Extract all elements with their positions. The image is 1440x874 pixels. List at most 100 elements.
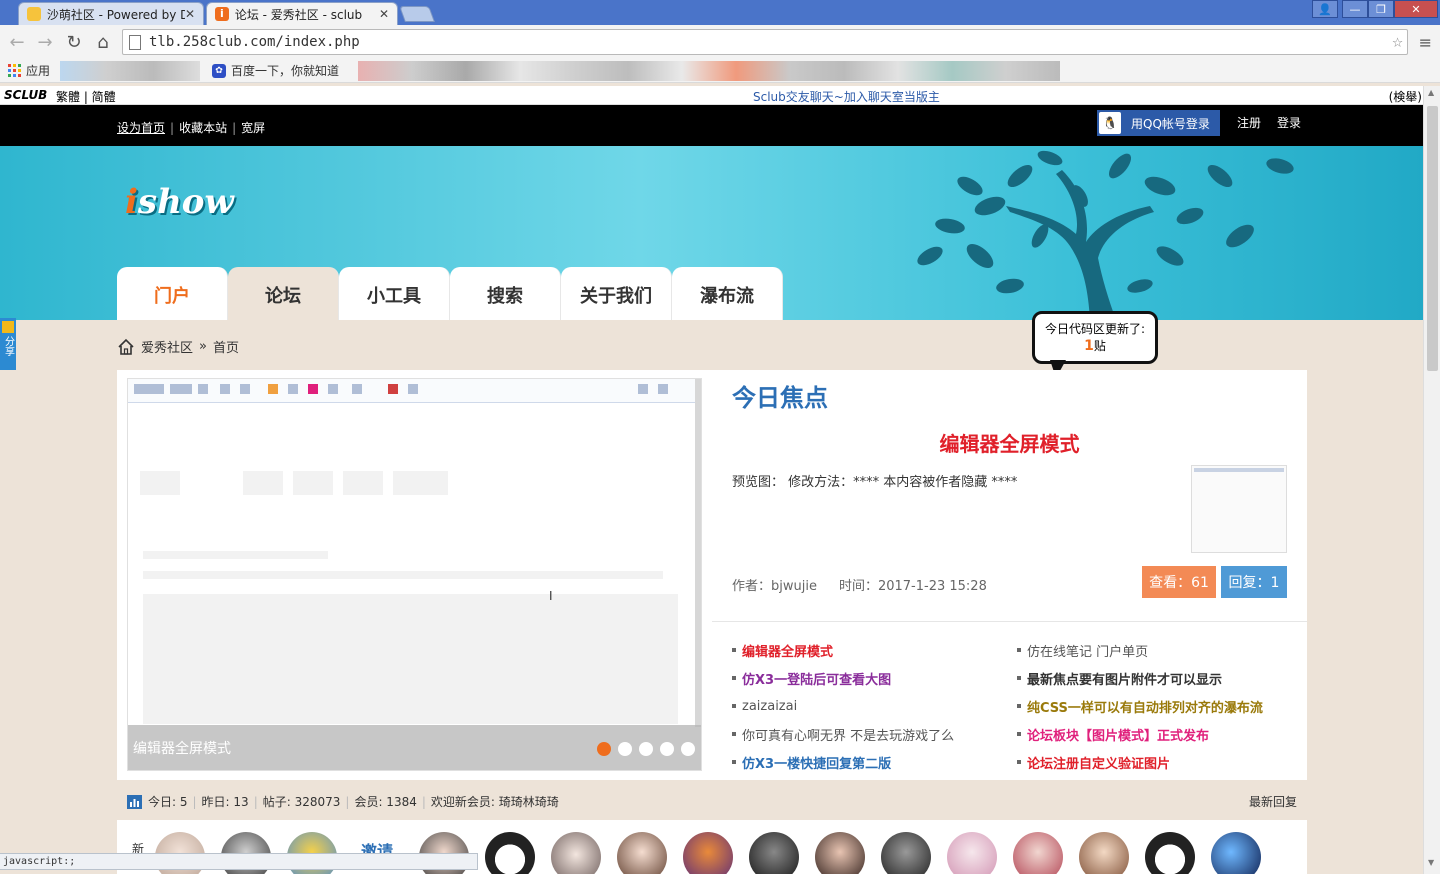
menu-icon[interactable]: ≡ bbox=[1419, 33, 1432, 52]
avatar[interactable] bbox=[617, 832, 667, 874]
focus-thumbnail[interactable] bbox=[1191, 465, 1287, 553]
replies-button[interactable]: 回复：1 bbox=[1221, 566, 1287, 598]
restore-button[interactable]: ❐ bbox=[1368, 0, 1394, 18]
baidu-bookmark[interactable]: ✿ 百度一下，你就知道 bbox=[212, 62, 339, 79]
list-item-link[interactable]: 编辑器全屏模式 bbox=[742, 641, 833, 660]
avatar[interactable] bbox=[551, 832, 601, 874]
list-item-link[interactable]: 纯CSS一样可以有自动排列对齐的瀑布流 bbox=[1027, 697, 1263, 716]
avatar[interactable] bbox=[683, 832, 733, 874]
list-item-link[interactable]: zaizaizai bbox=[742, 699, 797, 714]
close-window-button[interactable]: ✕ bbox=[1394, 0, 1438, 18]
breadcrumb: 爱秀社区 » 首页 bbox=[117, 337, 239, 356]
avatar[interactable] bbox=[485, 832, 535, 874]
scrollbar-thumb[interactable] bbox=[1427, 106, 1438, 371]
tab-about[interactable]: 关于我们 bbox=[561, 267, 672, 320]
avatar[interactable] bbox=[1013, 832, 1063, 874]
chat-promo-link[interactable]: Sclub交友聊天~加入聊天室当版主 bbox=[753, 88, 940, 105]
avatar[interactable] bbox=[947, 832, 997, 874]
scroll-up-arrow-icon[interactable]: ▲ bbox=[1428, 88, 1434, 97]
focus-headline-link[interactable]: 编辑器全屏模式 bbox=[732, 428, 1287, 457]
bubble-text: 今日代码区更新了: bbox=[1044, 322, 1146, 336]
browser-titlebar: 沙萌社区 - Powered by D ✕ i 论坛 - 爱秀社区 - sclu… bbox=[0, 0, 1440, 25]
list-item[interactable]: 编辑器全屏模式 bbox=[732, 636, 954, 664]
blurred-bookmark[interactable] bbox=[60, 61, 200, 81]
avatar[interactable] bbox=[1145, 832, 1195, 874]
home-icon[interactable]: ⌂ bbox=[92, 31, 114, 53]
login-link[interactable]: 登录 bbox=[1277, 114, 1301, 131]
list-item-link[interactable]: 最新焦点要有图片附件才可以显示 bbox=[1027, 669, 1222, 688]
list-item-link[interactable]: 论坛注册自定义验证图片 bbox=[1027, 753, 1170, 772]
bookmark-star-icon[interactable]: ☆ bbox=[1392, 31, 1403, 52]
avatar[interactable] bbox=[815, 832, 865, 874]
tab-tools[interactable]: 小工具 bbox=[339, 267, 450, 320]
user-profile-button[interactable]: 👤 bbox=[1312, 0, 1338, 18]
minimize-button[interactable]: — bbox=[1342, 0, 1368, 18]
language-links[interactable]: 繁體 | 简體 bbox=[56, 88, 116, 105]
address-bar[interactable]: tlb.258club.com/index.php ☆ bbox=[122, 29, 1408, 55]
list-item-link[interactable]: 仿X3一楼快捷回复第二版 bbox=[742, 753, 891, 772]
scroll-down-arrow-icon[interactable]: ▼ bbox=[1428, 858, 1434, 867]
list-item[interactable]: 论坛板块【图片模式】正式发布 bbox=[1017, 720, 1263, 748]
avatar[interactable] bbox=[749, 832, 799, 874]
list-item[interactable]: 仿X3一楼快捷回复第二版 bbox=[732, 748, 954, 776]
tab-waterfall[interactable]: 瀑布流 bbox=[672, 267, 783, 320]
slider-dot-5[interactable] bbox=[681, 742, 695, 756]
list-item-link[interactable]: 论坛板块【图片模式】正式发布 bbox=[1027, 725, 1209, 744]
avatar[interactable] bbox=[881, 832, 931, 874]
ishow-logo[interactable]: ishow bbox=[125, 182, 234, 222]
list-item-link[interactable]: 你可真有心啊无界 不是去玩游戏了么 bbox=[742, 725, 954, 744]
close-tab-icon[interactable]: ✕ bbox=[185, 7, 195, 21]
list-item-link[interactable]: 仿在线笔记 门户单页 bbox=[1027, 641, 1148, 660]
home-icon[interactable] bbox=[117, 338, 135, 356]
list-item[interactable]: 你可真有心啊无界 不是去玩游戏了么 bbox=[732, 720, 954, 748]
qq-login-label: 用QQ帐号登录 bbox=[1131, 116, 1210, 131]
sclub-logo[interactable]: SCLUB bbox=[4, 88, 47, 102]
breadcrumb-current[interactable]: 首页 bbox=[213, 337, 239, 356]
list-item[interactable]: 最新焦点要有图片附件才可以显示 bbox=[1017, 664, 1263, 692]
avatar[interactable] bbox=[1211, 832, 1261, 874]
slider-dot-2[interactable] bbox=[618, 742, 632, 756]
blurred-bookmarks[interactable] bbox=[358, 61, 1060, 81]
breadcrumb-site[interactable]: 爱秀社区 bbox=[141, 337, 193, 356]
forward-arrow-icon[interactable]: → bbox=[34, 31, 56, 53]
focus-section-title: 今日焦点 bbox=[732, 384, 828, 412]
apps-shortcut[interactable]: 应用 bbox=[8, 62, 50, 79]
list-item[interactable]: zaizaizai bbox=[732, 692, 954, 720]
back-arrow-icon[interactable]: ← bbox=[6, 31, 28, 53]
list-item[interactable]: 仿X3一登陆后可查看大图 bbox=[732, 664, 954, 692]
register-link[interactable]: 注册 bbox=[1237, 114, 1261, 131]
tab-search[interactable]: 搜索 bbox=[450, 267, 561, 320]
reload-icon[interactable]: ↻ bbox=[63, 31, 85, 53]
latest-replies-link[interactable]: 最新回复 bbox=[1249, 793, 1297, 810]
tab-forum[interactable]: 论坛 bbox=[228, 267, 339, 320]
slide-caption-text: 编辑器全屏模式 bbox=[133, 740, 231, 757]
set-home-link[interactable]: 设为首页 bbox=[117, 121, 165, 135]
stats-members: 会员: 1384 bbox=[354, 795, 417, 809]
slider-dot-3[interactable] bbox=[639, 742, 653, 756]
newest-member-link[interactable]: 琦琦林琦琦 bbox=[499, 793, 559, 810]
slider-dot-1[interactable] bbox=[597, 742, 611, 756]
focus-meta: 作者：bjwujie 时间：2017-1-23 15:28 bbox=[732, 575, 987, 594]
wide-screen-link[interactable]: 宽屏 bbox=[241, 121, 265, 135]
qq-login-button[interactable]: 🐧 用QQ帐号登录 bbox=[1097, 110, 1220, 136]
close-tab-icon[interactable]: ✕ bbox=[379, 7, 389, 21]
views-button[interactable]: 查看：61 bbox=[1142, 566, 1216, 598]
bookmark-site-link[interactable]: 收藏本站 bbox=[179, 121, 227, 135]
share-side-button[interactable]: 分享 bbox=[0, 318, 16, 370]
browser-tab-1[interactable]: 沙萌社区 - Powered by D ✕ bbox=[18, 2, 204, 25]
code-update-bubble[interactable]: 今日代码区更新了: 1贴 bbox=[1032, 311, 1158, 364]
ghost-block bbox=[140, 471, 180, 495]
new-tab-button[interactable] bbox=[399, 6, 435, 22]
list-item[interactable]: 仿在线笔记 门户单页 bbox=[1017, 636, 1263, 664]
page-scrollbar[interactable]: ▲ ▼ bbox=[1423, 86, 1440, 874]
avatar[interactable] bbox=[1079, 832, 1129, 874]
list-item[interactable]: 纯CSS一样可以有自动排列对齐的瀑布流 bbox=[1017, 692, 1263, 720]
tab-portal[interactable]: 门户 bbox=[117, 267, 228, 320]
image-slider[interactable]: I 编辑器全屏模式 bbox=[127, 378, 702, 771]
list-item[interactable]: 论坛注册自定义验证图片 bbox=[1017, 748, 1263, 776]
ghost-block bbox=[343, 471, 383, 495]
list-item-link[interactable]: 仿X3一登陆后可查看大图 bbox=[742, 669, 891, 688]
report-link[interactable]: (検舉) bbox=[1389, 88, 1422, 105]
browser-tab-2[interactable]: i 论坛 - 爱秀社区 - sclub ✕ bbox=[206, 2, 398, 25]
slider-dot-4[interactable] bbox=[660, 742, 674, 756]
